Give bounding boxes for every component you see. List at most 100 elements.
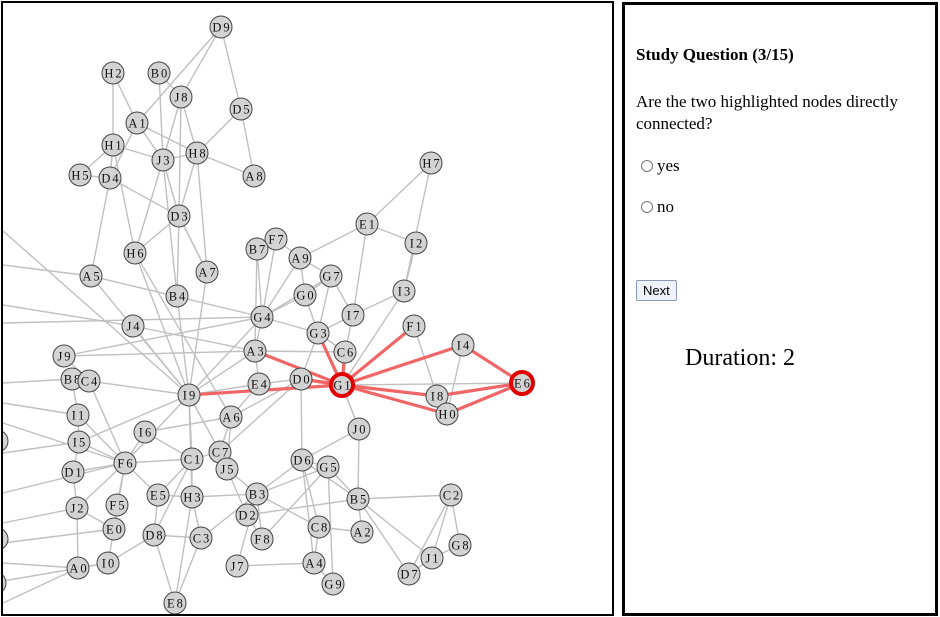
node-label: H3	[183, 491, 202, 505]
graph-node-f8[interactable]: F8	[250, 527, 274, 551]
graph-node-d7[interactable]: D7	[397, 562, 421, 586]
graph-node-i6[interactable]: I6	[133, 420, 157, 444]
graph-node-a0[interactable]: A0	[66, 556, 90, 580]
graph-node-d0[interactable]: D0	[289, 367, 313, 391]
node-label: C3	[193, 532, 212, 546]
graph-node-a3[interactable]: A3	[243, 339, 267, 363]
answer-option-yes[interactable]: yes	[639, 156, 680, 176]
graph-node-c3[interactable]: C3	[189, 526, 213, 550]
graph-node-d8[interactable]: D8	[142, 523, 166, 547]
node-label: J9	[57, 350, 72, 364]
node-label: A3	[246, 345, 265, 359]
graph-node-g3[interactable]: G3	[306, 321, 330, 345]
graph-node-h6[interactable]: H6	[123, 241, 147, 265]
graph-node-e4[interactable]: E4	[247, 372, 271, 396]
graph-node-e1[interactable]: E1	[355, 212, 379, 236]
graph-node-j1[interactable]: J1	[420, 546, 444, 570]
graph-node-i2[interactable]: I2	[404, 231, 428, 255]
graph-node-d9[interactable]: D9	[209, 15, 233, 39]
graph-node-a2[interactable]: A2	[350, 520, 374, 544]
yes-radio[interactable]	[641, 160, 653, 172]
graph-node-e0[interactable]: E0	[102, 517, 126, 541]
graph-node-i0[interactable]: I0	[96, 551, 120, 575]
graph-node-a8[interactable]: A8	[242, 164, 266, 188]
graph-node-g4[interactable]: G4	[250, 305, 274, 329]
graph-node-i7[interactable]: I7	[341, 303, 365, 327]
node-label: J5	[220, 463, 235, 477]
node-label: F1	[406, 320, 423, 334]
node-label: D2	[238, 509, 257, 523]
node-label: I2	[410, 237, 424, 251]
graph-node-c2[interactable]: C2	[439, 483, 463, 507]
graph-node-partial	[3, 529, 9, 549]
graph-node-d4[interactable]: D4	[98, 166, 122, 190]
graph-node-d6[interactable]: D6	[290, 448, 314, 472]
graph-node-h2[interactable]: H2	[101, 61, 125, 85]
graph-node-b4[interactable]: B4	[165, 284, 189, 308]
graph-node-b0[interactable]: B0	[147, 61, 171, 85]
graph-node-j3[interactable]: J3	[151, 148, 175, 172]
graph-node-g5[interactable]: G5	[316, 455, 340, 479]
answer-option-no[interactable]: no	[639, 197, 674, 217]
graph-node-h5[interactable]: H5	[68, 163, 92, 187]
graph-node-h3[interactable]: H3	[180, 485, 204, 509]
graph-node-i4[interactable]: I4	[451, 333, 475, 357]
graph-node-j2[interactable]: J2	[65, 496, 89, 520]
graph-node-j0[interactable]: J0	[347, 417, 371, 441]
node-label: D1	[64, 466, 83, 480]
graph-node-g8[interactable]: G8	[448, 533, 472, 557]
graph-node-c1[interactable]: C1	[180, 447, 204, 471]
graph-node-h8[interactable]: H8	[185, 141, 209, 165]
graph-node-j4[interactable]: J4	[121, 314, 145, 338]
graph-node-j9[interactable]: J9	[52, 344, 76, 368]
next-button[interactable]: Next	[636, 280, 677, 301]
graph-node-g1[interactable]: G1	[329, 372, 355, 398]
graph-node-c6[interactable]: C6	[333, 340, 357, 364]
graph-node-b7[interactable]: B7	[245, 237, 269, 261]
node-label: G4	[253, 311, 272, 325]
graph-node-f5[interactable]: F5	[105, 493, 129, 517]
graph-node-a6[interactable]: A6	[219, 405, 243, 429]
graph-node-a9[interactable]: A9	[288, 246, 312, 270]
graph-node-e8[interactable]: E8	[163, 591, 187, 614]
graph-node-f1[interactable]: F1	[402, 314, 426, 338]
node-label: B4	[169, 290, 188, 304]
graph-node-a1[interactable]: A1	[125, 111, 149, 135]
graph-node-j5[interactable]: J5	[215, 457, 239, 481]
graph-node-c8[interactable]: C8	[307, 515, 331, 539]
node-label: F7	[268, 233, 285, 247]
graph-node-g9[interactable]: G9	[321, 572, 345, 596]
graph-node-c4[interactable]: C4	[77, 369, 101, 393]
graph-node-d1[interactable]: D1	[61, 460, 85, 484]
node-label: B3	[249, 488, 268, 502]
graph-node-j8[interactable]: J8	[169, 85, 193, 109]
graph-node-a7[interactable]: A7	[195, 260, 219, 284]
graph-node-h7[interactable]: H7	[419, 151, 443, 175]
graph-node-e6[interactable]: E6	[509, 370, 535, 396]
graph-node-d2[interactable]: D2	[235, 503, 259, 527]
graph-node-i1[interactable]: I1	[66, 403, 90, 427]
graph-node-b3[interactable]: B3	[245, 482, 269, 506]
node-label: E4	[251, 378, 269, 392]
graph-node-j7[interactable]: J7	[225, 554, 249, 578]
graph-node-i3[interactable]: I3	[392, 279, 416, 303]
graph-edge	[88, 380, 126, 464]
graph-node-f7[interactable]: F7	[264, 227, 288, 251]
graph-node-a5[interactable]: A5	[79, 264, 103, 288]
graph-node-b5[interactable]: B5	[346, 487, 370, 511]
graph-node-i5[interactable]: I5	[67, 430, 91, 454]
graph-node-g0[interactable]: G0	[293, 283, 317, 307]
graph-node-h0[interactable]: H0	[435, 402, 459, 426]
graph-node-d5[interactable]: D5	[229, 97, 253, 121]
graph-node-a4[interactable]: A4	[302, 551, 326, 575]
node-label: D5	[232, 103, 251, 117]
graph-node-i9[interactable]: I9	[177, 383, 201, 407]
graph-node-g7[interactable]: G7	[319, 264, 343, 288]
graph-node-h1[interactable]: H1	[101, 133, 125, 157]
node-label: A7	[198, 266, 217, 280]
graph-node-f6[interactable]: F6	[113, 451, 137, 475]
no-radio[interactable]	[641, 201, 653, 213]
graph-node-e5[interactable]: E5	[146, 483, 170, 507]
graph-edge	[254, 248, 258, 352]
graph-node-d3[interactable]: D3	[167, 204, 191, 228]
